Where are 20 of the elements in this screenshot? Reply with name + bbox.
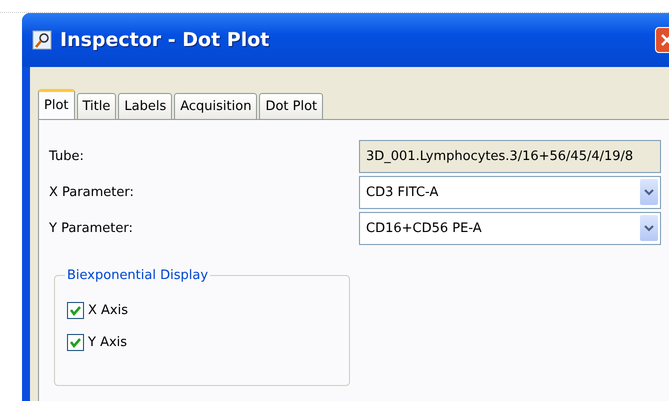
group-title: Biexponential Display	[66, 268, 210, 283]
checkbox[interactable]	[67, 334, 84, 350]
chevron-down-icon[interactable]	[640, 215, 658, 241]
tab[interactable]: Plot	[38, 89, 75, 119]
checkbox-label: Y Axis	[88, 334, 128, 350]
window-title: Inspector - Dot Plot	[60, 29, 270, 51]
field-label: Y Parameter:	[49, 220, 134, 236]
tab[interactable]: Title	[76, 93, 116, 119]
magnifier-icon	[32, 30, 52, 50]
chevron-down-icon[interactable]	[640, 179, 658, 205]
readonly-field: 3D_001.Lymphocytes.3/16+56/45/4/19/8	[359, 140, 661, 172]
dropdown-field[interactable]: CD3 FITC-A	[359, 176, 661, 208]
tab[interactable]: Labels	[118, 93, 172, 119]
tab[interactable]: Acquisition	[174, 93, 258, 119]
checkbox[interactable]	[67, 302, 84, 318]
dropdown-field[interactable]: CD16+CD56 PE-A	[359, 212, 661, 244]
checkbox-label: X Axis	[88, 302, 128, 318]
field-label: Tube:	[49, 148, 85, 164]
tab[interactable]: Dot Plot	[259, 93, 324, 119]
field-label: X Parameter:	[49, 184, 135, 200]
